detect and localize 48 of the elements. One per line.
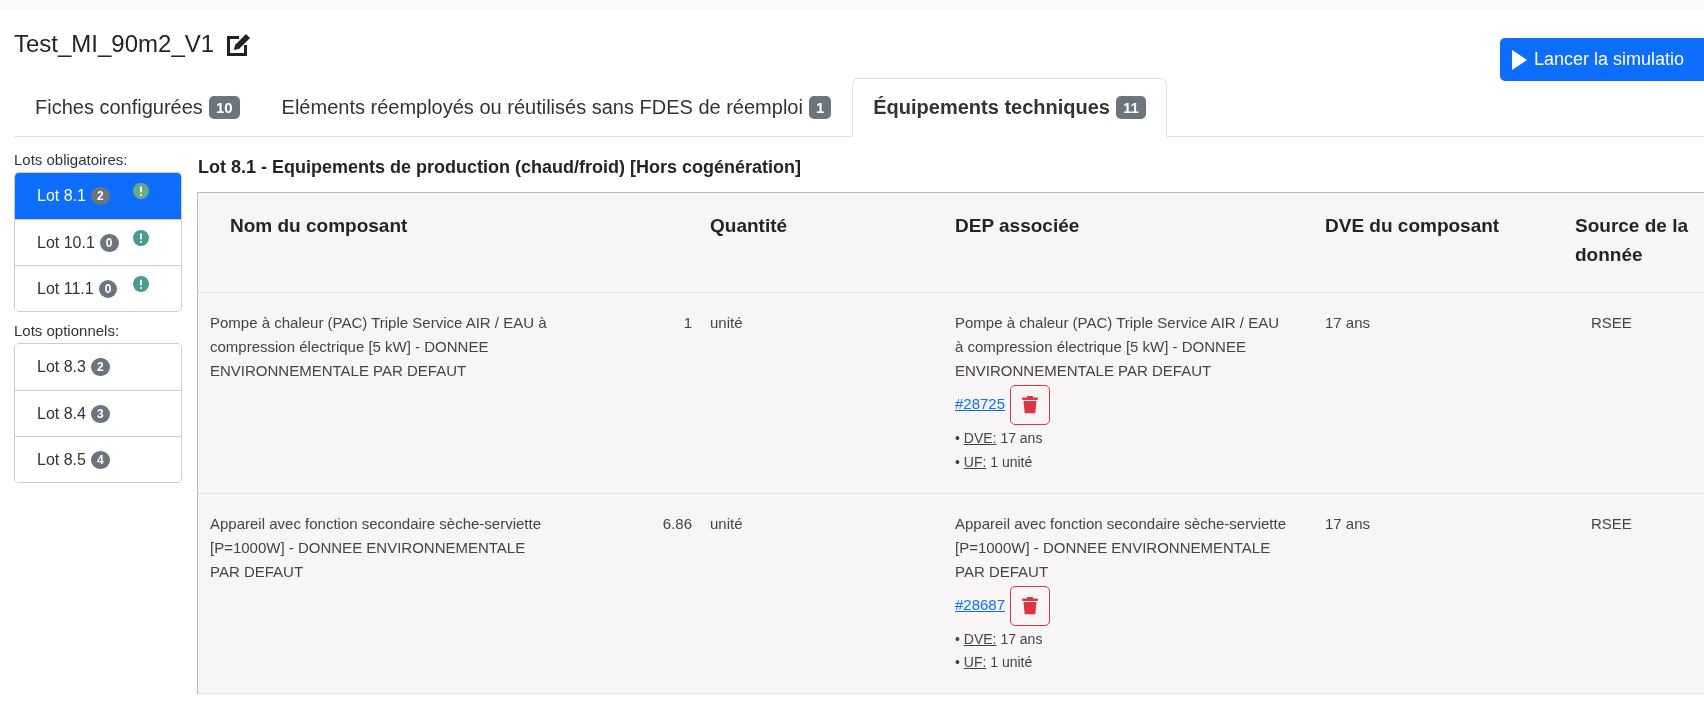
dep-link[interactable]: #28687	[955, 595, 1006, 613]
column-header: Nom du composant	[198, 193, 698, 293]
table-cell: 17 ans	[1313, 493, 1563, 695]
count-badge: 10	[208, 96, 240, 119]
count-badge: 11	[1115, 96, 1146, 119]
dep-detail: • UF: 1 unité	[955, 653, 1034, 673]
column-header: DVE du composant	[1313, 193, 1563, 293]
trash-icon	[1022, 596, 1039, 615]
lot-item[interactable]: Lot 8.5 4	[15, 436, 181, 482]
tab[interactable]: Eléments réemployés ou réutilisés sans FDES de réemploi 1	[260, 78, 853, 137]
tab[interactable]: Fiches configurées 10	[14, 78, 261, 137]
lot-item[interactable]: Lot 8.1 2	[15, 173, 181, 219]
dep-description: Appareil avec fonction secondaire sèche-serviette [P=1000W] - DONNEE ENVIRONNEMENTALE PAR DEFAUT	[955, 513, 1288, 582]
play-icon	[1510, 48, 1528, 71]
column-header: Source de la donnée	[1563, 193, 1704, 293]
count-badge: 3	[90, 404, 110, 423]
table-cell: unité	[698, 493, 943, 695]
group-label: Lots obligatoires:	[14, 151, 129, 168]
trash-icon	[1022, 396, 1039, 414]
dep-detail: • DVE: 17 ans	[955, 429, 1044, 448]
delete-button[interactable]	[1010, 385, 1051, 425]
count-badge: 4	[90, 450, 110, 469]
table-cell: unité	[698, 293, 943, 494]
count-badge: 0	[99, 233, 119, 252]
count-badge: 2	[90, 187, 110, 205]
group-label: Lots optionnels:	[14, 322, 121, 339]
dep-description: Pompe à chaleur (PAC) Triple Service AIR / EAU à compression électrique [5 kW] - DONNEE ENVIRONNEMENTALE PAR DEFAUT	[955, 313, 1280, 381]
dep-detail: • UF: 1 unité	[955, 452, 1034, 472]
run-simulation-button[interactable]: Lancer la simulatio	[1500, 38, 1704, 81]
table-cell: RSEE	[1563, 293, 1704, 494]
section-title: Lot 8.1 - Equipements de production (chaud/froid) [Hors cogénération]	[198, 157, 803, 178]
tab[interactable]: Équipements techniques 11	[852, 78, 1167, 137]
page-title: Test_MI_90m2_V1	[14, 30, 215, 58]
count-badge: 0	[98, 279, 118, 298]
lot-item[interactable]: Lot 11.1 0	[15, 265, 181, 311]
dep-link[interactable]: #28725	[955, 394, 1006, 412]
count-badge: 2	[90, 358, 110, 376]
delete-button[interactable]	[1010, 585, 1051, 626]
table-cell: RSEE	[1563, 493, 1704, 695]
table-cell: Pompe à chaleur (PAC) Triple Service AIR / EAU à compression électrique [5 kW] - DONNEE ENVIRONNEMENTALE PAR DEFAUT	[198, 293, 648, 494]
column-header: DEP associée	[943, 193, 1313, 293]
dep-detail: • DVE: 17 ans	[955, 629, 1044, 649]
count-badge: 1	[808, 96, 832, 119]
column-header: Quantité	[698, 193, 943, 293]
table-cell: 17 ans	[1313, 293, 1563, 494]
table-cell: 6.86	[648, 493, 698, 695]
table-cell: 1	[648, 293, 698, 494]
table-cell: Appareil avec fonction secondaire sèche-serviette [P=1000W] - DONNEE ENVIRONNEMENTALE PAR DEFAUT	[198, 493, 648, 695]
